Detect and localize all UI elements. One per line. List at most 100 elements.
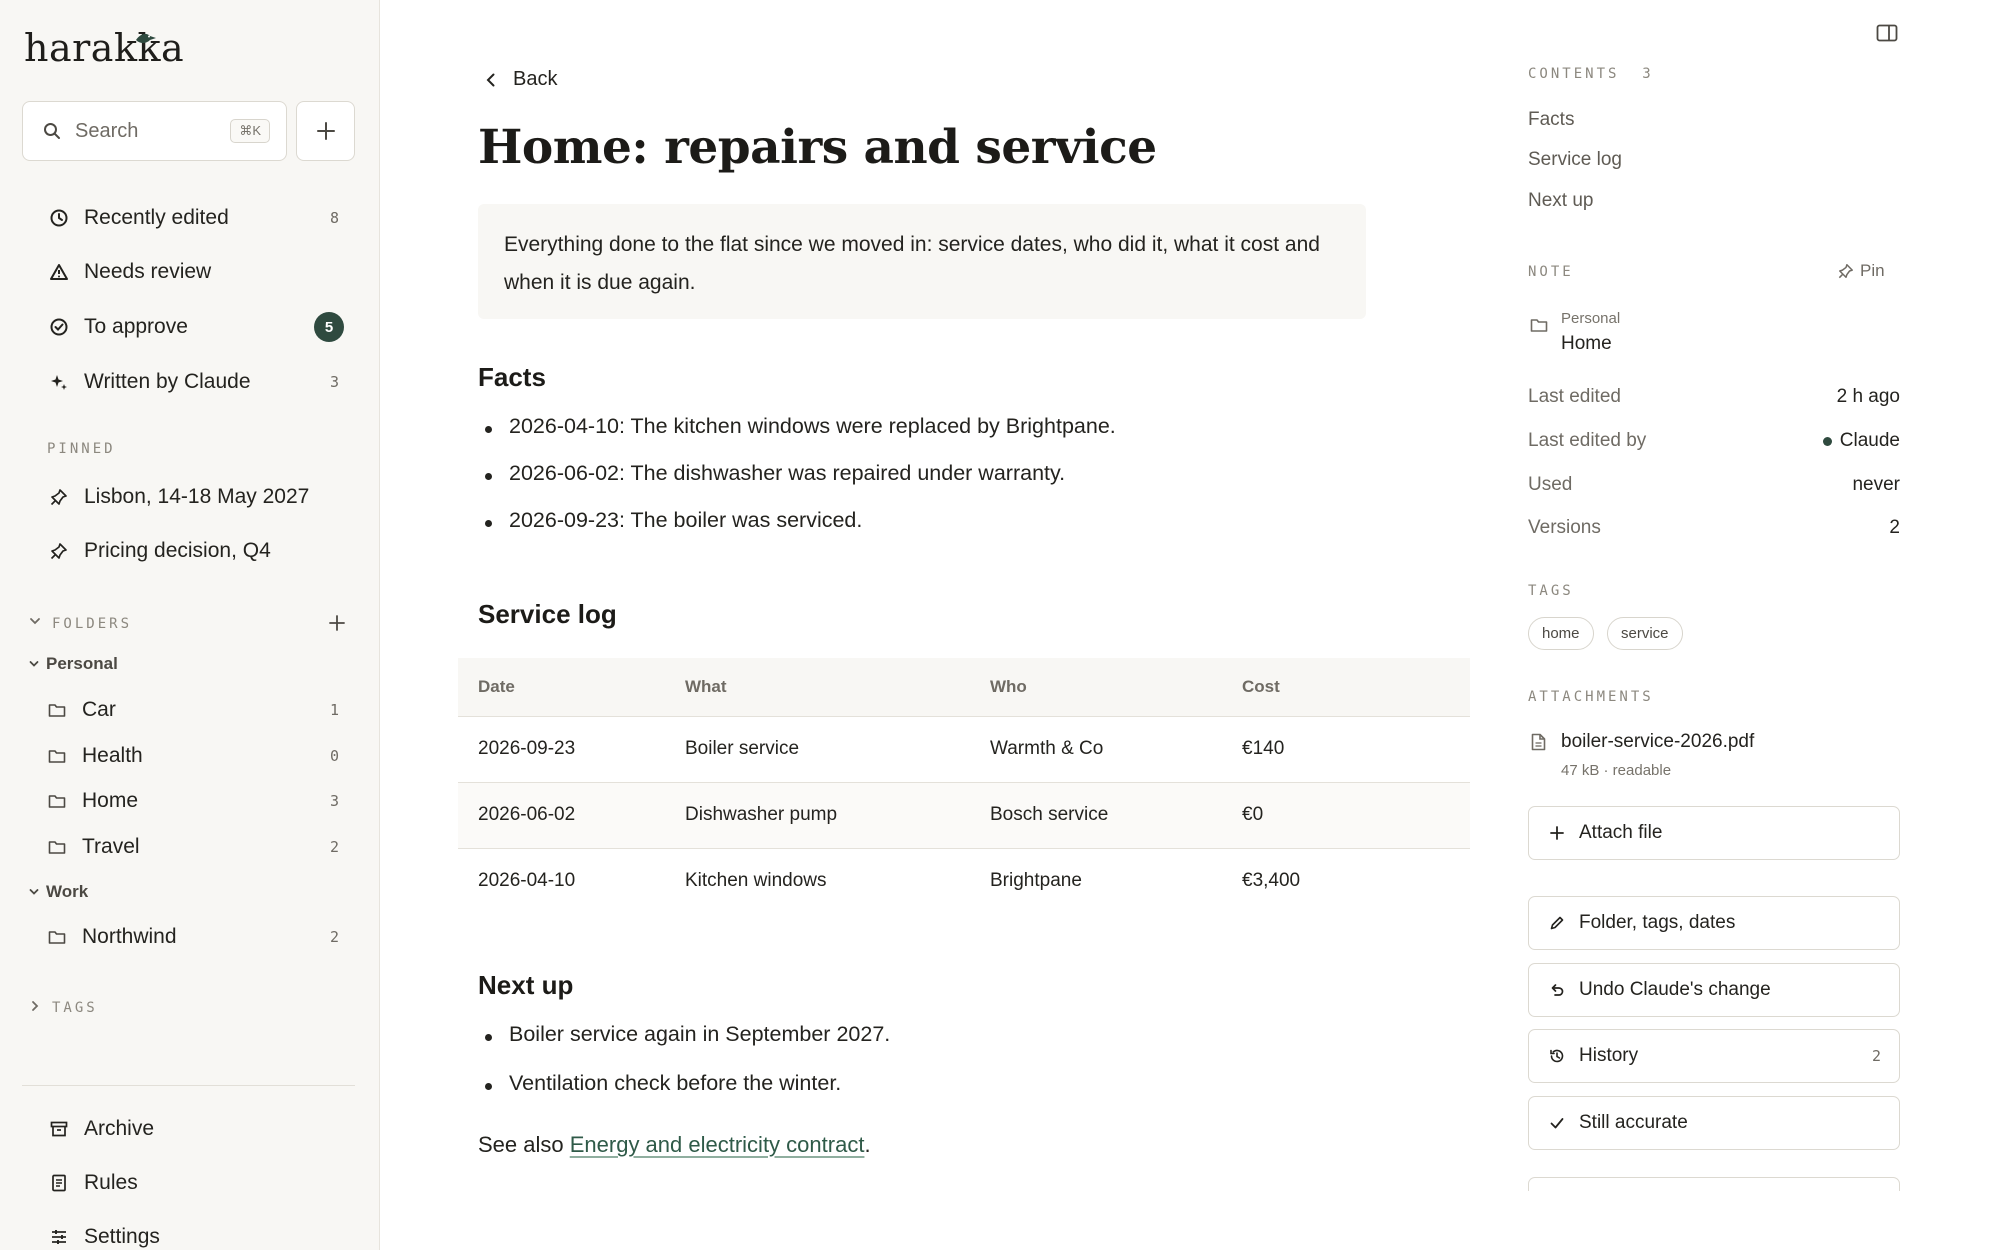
- pinned-item-lisbon[interactable]: Lisbon, 14-18 May 2027: [28, 475, 350, 519]
- app-logo[interactable]: harakka: [24, 26, 184, 76]
- folder-item-car[interactable]: Car 1: [28, 690, 350, 730]
- note-label: NOTE: [1528, 264, 1574, 280]
- toggle-panel-button[interactable]: [1876, 24, 1898, 42]
- pin-button[interactable]: Pin: [1838, 261, 1885, 281]
- back-label: Back: [513, 68, 558, 90]
- nav-label: Archive: [84, 1117, 155, 1140]
- nav-needs-review[interactable]: Needs review: [28, 250, 350, 294]
- folder-group-label: Work: [46, 882, 89, 901]
- meta-value: 2: [1889, 517, 1900, 538]
- see-also: See also Energy and electricity contract…: [478, 1132, 871, 1158]
- contents-count: 3: [1642, 66, 1654, 82]
- new-note-button[interactable]: [296, 101, 355, 161]
- search-box[interactable]: Search ⌘K: [22, 101, 287, 161]
- folders-label: FOLDERS: [52, 616, 133, 632]
- button-label: Still accurate: [1579, 1112, 1688, 1133]
- nav-to-approve[interactable]: To approve 5: [28, 305, 350, 349]
- folder-count: 3: [329, 792, 339, 810]
- folder-icon: [48, 793, 68, 809]
- table-cell: Dishwasher pump: [685, 782, 990, 849]
- search-shortcut: ⌘K: [230, 119, 270, 143]
- search-icon: [43, 122, 61, 140]
- folder-group-personal[interactable]: Personal: [28, 654, 118, 674]
- nav-written-by-claude[interactable]: Written by Claude 3: [28, 360, 350, 404]
- tags-label: TAGS: [1528, 583, 1574, 599]
- folder-count: 0: [329, 747, 339, 765]
- tags-expand-toggle[interactable]: [28, 999, 42, 1013]
- nav-label: Recently edited: [84, 206, 229, 229]
- meta-key: Versions: [1528, 517, 1601, 538]
- check-icon: [1549, 1115, 1565, 1131]
- attachments-label: ATTACHMENTS: [1528, 689, 1654, 705]
- section-heading-next-up: Next up: [478, 970, 574, 1000]
- folder-group-label: Personal: [46, 654, 118, 673]
- meta-key: Used: [1528, 474, 1573, 495]
- clock-icon: [48, 208, 70, 228]
- folder-item-travel[interactable]: Travel 2: [28, 827, 350, 867]
- table-row: 2026-09-23 Boiler service Warmth & Co €1…: [458, 716, 1470, 783]
- folder-count: 2: [329, 928, 339, 946]
- warning-icon: [48, 262, 70, 282]
- still-accurate-button[interactable]: Still accurate: [1528, 1096, 1900, 1150]
- section-heading-facts: Facts: [478, 362, 546, 392]
- folder-item-home[interactable]: Home 3: [28, 781, 350, 821]
- table-row: 2026-06-02 Dishwasher pump Bosch service…: [458, 782, 1470, 849]
- chevron-down-icon: [28, 658, 40, 670]
- meta-used: Used never: [1528, 474, 1900, 496]
- attachment-name[interactable]: boiler-service-2026.pdf: [1561, 731, 1754, 753]
- history-count: 2: [1871, 1047, 1881, 1065]
- folders-collapse-toggle[interactable]: [28, 614, 42, 628]
- meta-last-edited: Last edited 2 h ago: [1528, 386, 1900, 408]
- button-label: Attach file: [1579, 822, 1663, 843]
- more-actions-button-partial[interactable]: [1528, 1177, 1900, 1191]
- column-header: Date: [458, 658, 685, 717]
- add-folder-button[interactable]: [328, 614, 346, 632]
- pin-label: Pin: [1860, 261, 1885, 280]
- meta-last-edited-by: Last edited by Claude: [1528, 430, 1900, 452]
- tag-chip[interactable]: home: [1528, 617, 1594, 650]
- nav-settings[interactable]: Settings: [28, 1215, 350, 1250]
- back-button[interactable]: Back: [485, 68, 557, 91]
- see-also-link[interactable]: Energy and electricity contract: [570, 1132, 865, 1157]
- pin-icon: [48, 542, 70, 560]
- nav-label: Rules: [84, 1171, 138, 1194]
- nav-archive[interactable]: Archive: [28, 1107, 350, 1151]
- toc-item-facts[interactable]: Facts: [1528, 109, 1574, 131]
- meta-value-wrap: Claude: [1822, 430, 1900, 452]
- folder-count: 2: [329, 838, 339, 856]
- sidebar-divider: [22, 1085, 355, 1086]
- attach-file-button[interactable]: Attach file: [1528, 806, 1900, 860]
- sidebar: harakka Search ⌘K Recently edited 8 Need…: [0, 0, 380, 1250]
- folder-name[interactable]: Home: [1561, 333, 1612, 355]
- table-header-row: Date What Who Cost: [458, 658, 1470, 717]
- edit-folder-tags-dates-button[interactable]: Folder, tags, dates: [1528, 896, 1900, 950]
- attachment-meta: 47 kB · readable: [1561, 762, 1672, 779]
- pinned-item-pricing[interactable]: Pricing decision, Q4: [28, 529, 350, 573]
- table-cell: 2026-04-10: [478, 870, 576, 892]
- folder-item-northwind[interactable]: Northwind 2: [28, 917, 350, 957]
- folder-item-health[interactable]: Health 0: [28, 736, 350, 776]
- undo-icon: [1549, 982, 1565, 998]
- list-item: 2026-09-23: The boiler was serviced.: [478, 508, 1116, 555]
- tag-chip[interactable]: service: [1607, 617, 1683, 650]
- toc-item-next-up[interactable]: Next up: [1528, 190, 1593, 212]
- pinned-label: PINNED: [47, 441, 116, 457]
- nav-label: Settings: [84, 1225, 160, 1248]
- table-cell: 2026-06-02: [458, 782, 685, 849]
- table-cell: 2026-09-23: [458, 716, 685, 783]
- history-icon: [1549, 1048, 1565, 1064]
- history-button[interactable]: History 2: [1528, 1029, 1900, 1083]
- pinned-label-text: Lisbon, 14-18 May 2027: [84, 485, 310, 508]
- column-header: Who: [990, 658, 1242, 717]
- button-label: History: [1579, 1045, 1639, 1066]
- undo-claude-change-button[interactable]: Undo Claude's change: [1528, 963, 1900, 1017]
- nav-recently-edited[interactable]: Recently edited 8: [28, 196, 350, 240]
- pin-icon: [1838, 263, 1854, 279]
- folder-group-work[interactable]: Work: [28, 882, 88, 902]
- toc-item-service-log[interactable]: Service log: [1528, 149, 1622, 171]
- see-also-suffix: .: [864, 1132, 871, 1157]
- chevron-right-icon: [28, 999, 42, 1013]
- check-circle-icon: [48, 317, 70, 337]
- approve-count-badge: 5: [314, 312, 344, 342]
- nav-rules[interactable]: Rules: [28, 1161, 350, 1205]
